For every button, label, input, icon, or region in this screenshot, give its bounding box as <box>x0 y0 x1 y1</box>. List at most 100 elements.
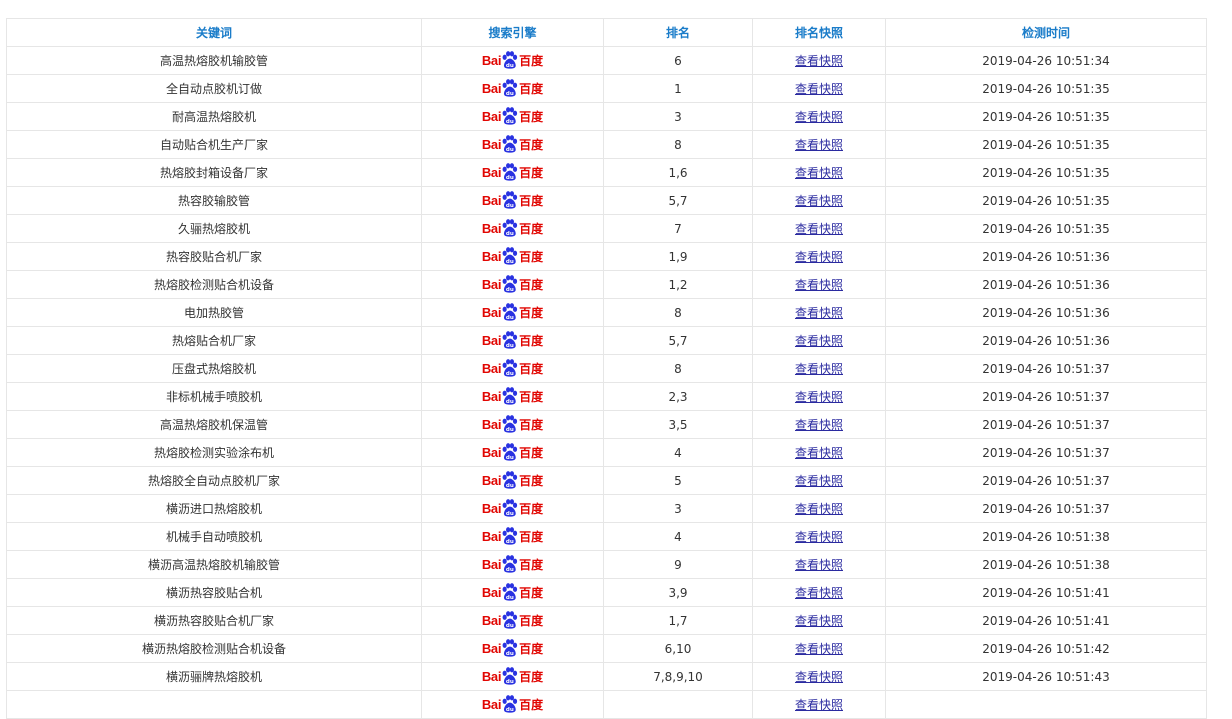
baidu-logo-text-left: Bai <box>481 389 502 404</box>
rank-cell: 1,6 <box>603 158 753 187</box>
keyword-cell: 横沥进口热熔胶机 <box>6 494 422 523</box>
rank-value: 7 <box>674 221 682 236</box>
rank-cell: 4 <box>603 522 753 551</box>
view-snapshot-link[interactable]: 查看快照 <box>795 502 843 516</box>
rank-cell: 6 <box>603 46 753 75</box>
baidu-paw-icon: du <box>502 330 518 348</box>
svg-text:du: du <box>506 118 514 124</box>
keyword-text: 耐高温热熔胶机 <box>171 110 256 124</box>
snapshot-cell: 查看快照 <box>752 494 886 523</box>
baidu-logo-text-left: Bai <box>481 501 502 516</box>
view-snapshot-link[interactable]: 查看快照 <box>795 446 843 460</box>
check-time-value: 2019-04-26 10:51:41 <box>982 613 1110 628</box>
keyword-cell: 电加热胶管 <box>6 298 422 327</box>
keyword-text: 全自动点胶机订做 <box>165 82 262 96</box>
rank-value: 6 <box>674 53 682 68</box>
baidu-logo-text-right: 百度 <box>519 641 544 656</box>
rank-cell: 3,9 <box>603 578 753 607</box>
view-snapshot-link[interactable]: 查看快照 <box>795 698 843 712</box>
header-snapshot: 排名快照 <box>752 18 886 47</box>
view-snapshot-link[interactable]: 查看快照 <box>795 194 843 208</box>
time-cell: 2019-04-26 10:51:38 <box>885 550 1207 579</box>
rank-cell: 9 <box>603 550 753 579</box>
rank-cell: 1,2 <box>603 270 753 299</box>
table-row: 耐高温热熔胶机 Bai du 百度 3 查看快照 2019-04-26 10:5… <box>6 102 1207 131</box>
check-time-value: 2019-04-26 10:51:35 <box>982 221 1110 236</box>
rank-cell: 6,10 <box>603 634 753 663</box>
time-cell: 2019-04-26 10:51:36 <box>885 298 1207 327</box>
baidu-paw-icon: du <box>502 78 518 96</box>
engine-cell: Bai du 百度 <box>421 550 604 579</box>
view-snapshot-link[interactable]: 查看快照 <box>795 642 843 656</box>
view-snapshot-link[interactable]: 查看快照 <box>795 306 843 320</box>
view-snapshot-link[interactable]: 查看快照 <box>795 166 843 180</box>
baidu-logo-text-left: Bai <box>481 641 502 656</box>
keyword-text: 热熔胶全自动点胶机厂家 <box>147 474 280 488</box>
view-snapshot-link[interactable]: 查看快照 <box>795 138 843 152</box>
rank-value: 8 <box>674 305 682 320</box>
engine-cell: Bai du 百度 <box>421 438 604 467</box>
baidu-logo-text-right: 百度 <box>519 613 544 628</box>
view-snapshot-link[interactable]: 查看快照 <box>795 418 843 432</box>
svg-text:du: du <box>506 146 514 152</box>
snapshot-cell: 查看快照 <box>752 102 886 131</box>
baidu-paw-icon: du <box>502 414 518 432</box>
view-snapshot-link[interactable]: 查看快照 <box>795 614 843 628</box>
table-row: 自动贴合机生产厂家 Bai du 百度 8 查看快照 2019-04-26 10… <box>6 130 1207 159</box>
baidu-logo-icon: Bai du 百度 <box>482 274 543 295</box>
baidu-logo-text-right: 百度 <box>519 305 544 320</box>
rank-value: 4 <box>674 529 682 544</box>
baidu-logo-text-left: Bai <box>481 473 502 488</box>
baidu-paw-icon: du <box>502 162 518 180</box>
view-snapshot-link[interactable]: 查看快照 <box>795 222 843 236</box>
view-snapshot-link[interactable]: 查看快照 <box>795 586 843 600</box>
rank-cell: 8 <box>603 130 753 159</box>
baidu-logo-icon: Bai du 百度 <box>482 162 543 183</box>
rank-value: 1,6 <box>668 165 688 180</box>
view-snapshot-link[interactable]: 查看快照 <box>795 334 843 348</box>
time-cell: 2019-04-26 10:51:41 <box>885 606 1207 635</box>
check-time-value: 2019-04-26 10:51:36 <box>982 305 1110 320</box>
view-snapshot-link[interactable]: 查看快照 <box>795 558 843 572</box>
view-snapshot-link[interactable]: 查看快照 <box>795 110 843 124</box>
view-snapshot-link[interactable]: 查看快照 <box>795 390 843 404</box>
rank-cell: 1 <box>603 74 753 103</box>
rank-value: 7,8,9,10 <box>653 669 703 684</box>
baidu-logo-text-right: 百度 <box>519 221 544 236</box>
baidu-paw-icon: du <box>502 582 518 600</box>
view-snapshot-link[interactable]: 查看快照 <box>795 278 843 292</box>
rank-value: 2,3 <box>668 389 688 404</box>
time-cell: 2019-04-26 10:51:35 <box>885 214 1207 243</box>
baidu-logo-text-right: 百度 <box>519 529 544 544</box>
svg-text:du: du <box>506 426 514 432</box>
table-row: 压盘式热熔胶机 Bai du 百度 8 查看快照 2019-04-26 10:5… <box>6 354 1207 383</box>
view-snapshot-link[interactable]: 查看快照 <box>795 474 843 488</box>
view-snapshot-link[interactable]: 查看快照 <box>795 670 843 684</box>
baidu-logo-text-right: 百度 <box>519 557 544 572</box>
view-snapshot-link[interactable]: 查看快照 <box>795 362 843 376</box>
baidu-logo-icon: Bai du 百度 <box>482 246 543 267</box>
baidu-logo-text-left: Bai <box>481 137 502 152</box>
keyword-text: 高温热熔胶机保温管 <box>159 418 268 432</box>
view-snapshot-link[interactable]: 查看快照 <box>795 54 843 68</box>
baidu-logo-text-right: 百度 <box>519 417 544 432</box>
table-row: 热熔胶全自动点胶机厂家 Bai du 百度 5 查看快照 2019-04-26 … <box>6 466 1207 495</box>
table-row: 电加热胶管 Bai du 百度 8 查看快照 2019-04-26 10:51:… <box>6 298 1207 327</box>
engine-cell: Bai du 百度 <box>421 466 604 495</box>
baidu-paw-icon: du <box>502 274 518 292</box>
view-snapshot-link[interactable]: 查看快照 <box>795 530 843 544</box>
keyword-cell: 耐高温热熔胶机 <box>6 102 422 131</box>
view-snapshot-link[interactable]: 查看快照 <box>795 250 843 264</box>
check-time-value: 2019-04-26 10:51:43 <box>982 669 1110 684</box>
baidu-logo-icon: Bai du 百度 <box>482 442 543 463</box>
check-time-value: 2019-04-26 10:51:35 <box>982 137 1110 152</box>
view-snapshot-link[interactable]: 查看快照 <box>795 82 843 96</box>
time-cell: 2019-04-26 10:51:37 <box>885 494 1207 523</box>
rank-cell: 3,5 <box>603 410 753 439</box>
snapshot-cell: 查看快照 <box>752 46 886 75</box>
baidu-paw-icon: du <box>502 470 518 488</box>
baidu-logo-icon: Bai du 百度 <box>481 470 543 491</box>
snapshot-cell: 查看快照 <box>752 242 886 271</box>
baidu-logo-text-left: Bai <box>481 697 502 712</box>
baidu-logo-text-left: Bai <box>481 81 502 96</box>
